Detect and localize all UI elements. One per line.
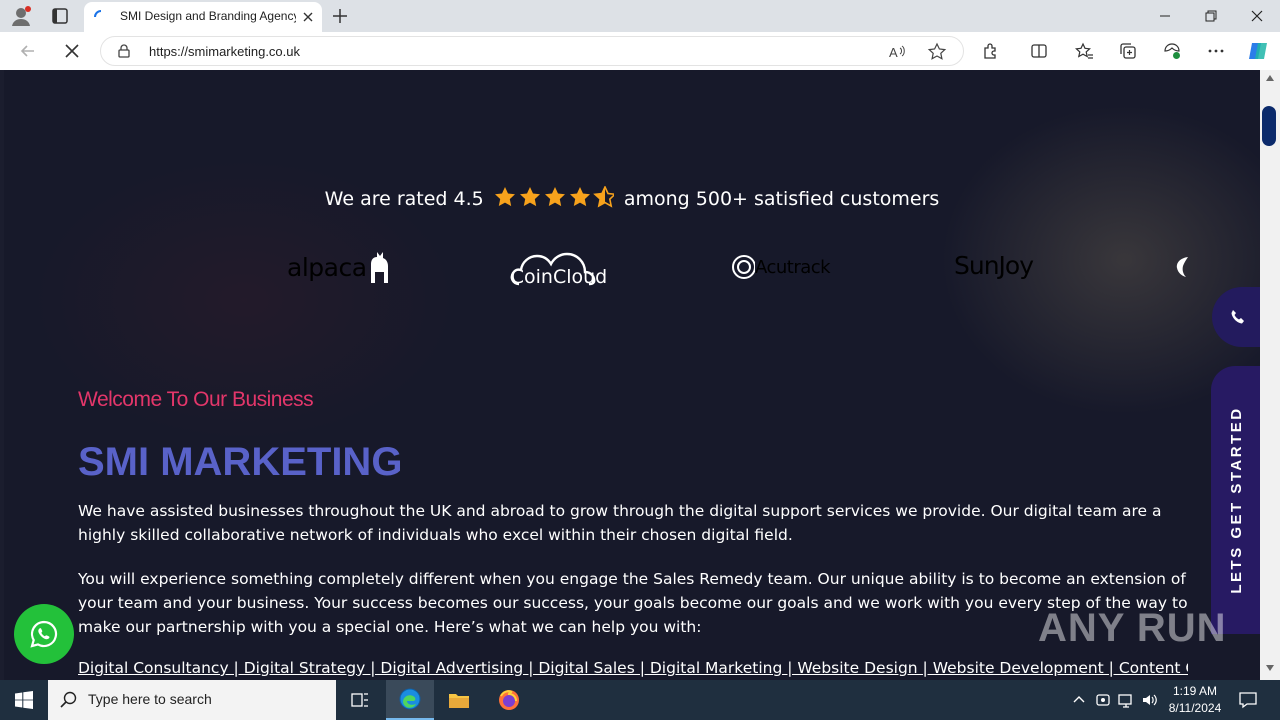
alpaca-icon — [370, 252, 388, 283]
back-icon[interactable] — [18, 41, 38, 61]
svg-text:A: A — [889, 45, 898, 60]
notifications-icon[interactable] — [1238, 690, 1258, 710]
profile-icon[interactable] — [10, 5, 32, 27]
restore-icon — [1205, 10, 1217, 22]
browser-tab-active[interactable]: SMI Design and Branding Agency — [84, 2, 322, 32]
search-icon — [60, 691, 77, 708]
stop-loading-icon[interactable] — [62, 41, 82, 61]
task-view-button[interactable] — [336, 680, 384, 720]
clock-time: 1:19 AM — [1172, 684, 1218, 698]
partial-logo-icon — [1176, 257, 1188, 277]
page-title: SMI MARKETING — [78, 440, 403, 484]
scroll-down-icon[interactable] — [1265, 664, 1275, 672]
taskbar-firefox[interactable] — [485, 680, 533, 720]
half-star-icon — [592, 186, 614, 208]
browser-essentials-icon[interactable] — [1162, 41, 1182, 61]
taskbar-search[interactable]: Type here to search — [48, 680, 336, 720]
read-aloud-icon[interactable]: A — [887, 42, 907, 62]
split-screen-icon[interactable] — [1029, 41, 1049, 61]
logo-sunjoy-text: SunJoy — [954, 250, 1034, 280]
intro-paragraph: We have assisted businesses throughout t… — [78, 502, 1162, 544]
network-icon[interactable] — [1117, 691, 1135, 709]
star-icon — [494, 187, 515, 207]
star-icon — [544, 187, 565, 207]
scroll-up-icon[interactable] — [1265, 74, 1275, 82]
logo-acutrack: Acutrack — [731, 242, 831, 292]
rating-stars — [494, 186, 614, 208]
welcome-heading: Welcome To Our Business — [78, 388, 314, 411]
favorites-icon[interactable] — [1074, 41, 1094, 61]
logo-coincloud-text: CoinCloud — [511, 266, 607, 288]
new-tab-icon[interactable] — [330, 6, 350, 26]
lets-get-started-label: LETS GET STARTED — [1227, 406, 1245, 594]
copilot-icon[interactable] — [1246, 39, 1270, 63]
loading-favicon-icon — [94, 10, 102, 18]
system-clock[interactable]: 1:19 AM 8/11/2024 — [1162, 683, 1228, 717]
windows-logo-icon — [15, 691, 33, 709]
logo-alpaca: alpaca — [287, 242, 391, 292]
edge-icon — [399, 688, 421, 710]
more-options-icon[interactable] — [1206, 41, 1226, 61]
task-view-icon — [351, 693, 368, 707]
scrollbar-thumb[interactable] — [1262, 106, 1276, 146]
rating-prefix: We are rated 4.5 — [324, 188, 484, 210]
minimize-icon — [1160, 15, 1170, 17]
acutrack-swirl-icon — [732, 255, 755, 279]
services-intro-paragraph: You will experience something completely… — [78, 570, 1188, 636]
coincloud-cloud-icon: CoinCloud — [510, 252, 607, 288]
taskbar-edge[interactable] — [386, 680, 434, 720]
tab-actions-icon[interactable] — [50, 6, 70, 26]
anyrun-watermark: ANY RUN — [1038, 606, 1227, 651]
address-toolbar: https://smimarketing.co.uk A — [0, 32, 1280, 70]
lock-icon[interactable] — [117, 44, 131, 58]
tab-strip: SMI Design and Branding Agency — [0, 0, 1280, 32]
minimize-button[interactable] — [1142, 0, 1188, 32]
phone-icon — [1231, 310, 1244, 324]
rating-banner: We are rated 4.5 among 500+ satisfied cu… — [4, 186, 1260, 210]
folder-icon — [449, 694, 469, 708]
tab-title: SMI Design and Branding Agency — [120, 9, 296, 23]
whatsapp-icon — [30, 620, 58, 648]
star-icon — [569, 187, 590, 207]
web-page: We are rated 4.5 among 500+ satisfied cu… — [4, 70, 1260, 680]
logo-acutrack-text: Acutrack — [755, 256, 831, 278]
logo-sunjoy: SunJoy — [954, 240, 1034, 290]
firefox-icon — [499, 690, 519, 710]
services-links[interactable]: Digital Consultancy | Digital Strategy |… — [78, 659, 1188, 677]
collections-icon[interactable] — [1118, 41, 1138, 61]
taskbar-file-explorer[interactable] — [435, 680, 483, 720]
rating-suffix: among 500+ satisfied customers — [623, 188, 940, 210]
extensions-icon[interactable] — [981, 41, 1001, 61]
call-button[interactable] — [1212, 287, 1260, 347]
close-tab-icon[interactable] — [300, 9, 316, 25]
show-hidden-icons-icon[interactable] — [1070, 691, 1088, 709]
address-bar[interactable]: https://smimarketing.co.uk A — [100, 36, 964, 66]
watermark-text: ANY RUN — [1038, 606, 1227, 650]
search-placeholder: Type here to search — [88, 691, 212, 707]
start-button[interactable] — [0, 680, 48, 720]
close-icon — [1251, 10, 1263, 22]
meet-now-icon[interactable] — [1094, 691, 1112, 709]
page-scrollbar[interactable] — [1260, 70, 1280, 680]
star-icon — [519, 187, 540, 207]
logo-coincloud: CoinCloud — [509, 242, 609, 292]
restore-button[interactable] — [1188, 0, 1234, 32]
lets-get-started-button[interactable]: LETS GET STARTED — [1211, 366, 1260, 634]
windows-taskbar: Type here to search 1:19 AM 8/11/2024 — [0, 680, 1280, 720]
favorite-star-icon[interactable] — [927, 42, 947, 62]
clock-date: 8/11/2024 — [1168, 701, 1222, 715]
whatsapp-button[interactable] — [14, 604, 74, 664]
url-text[interactable]: https://smimarketing.co.uk — [149, 44, 300, 59]
close-window-button[interactable] — [1234, 0, 1280, 32]
volume-icon[interactable] — [1141, 691, 1159, 709]
logo-alpaca-text: alpaca — [287, 252, 367, 282]
